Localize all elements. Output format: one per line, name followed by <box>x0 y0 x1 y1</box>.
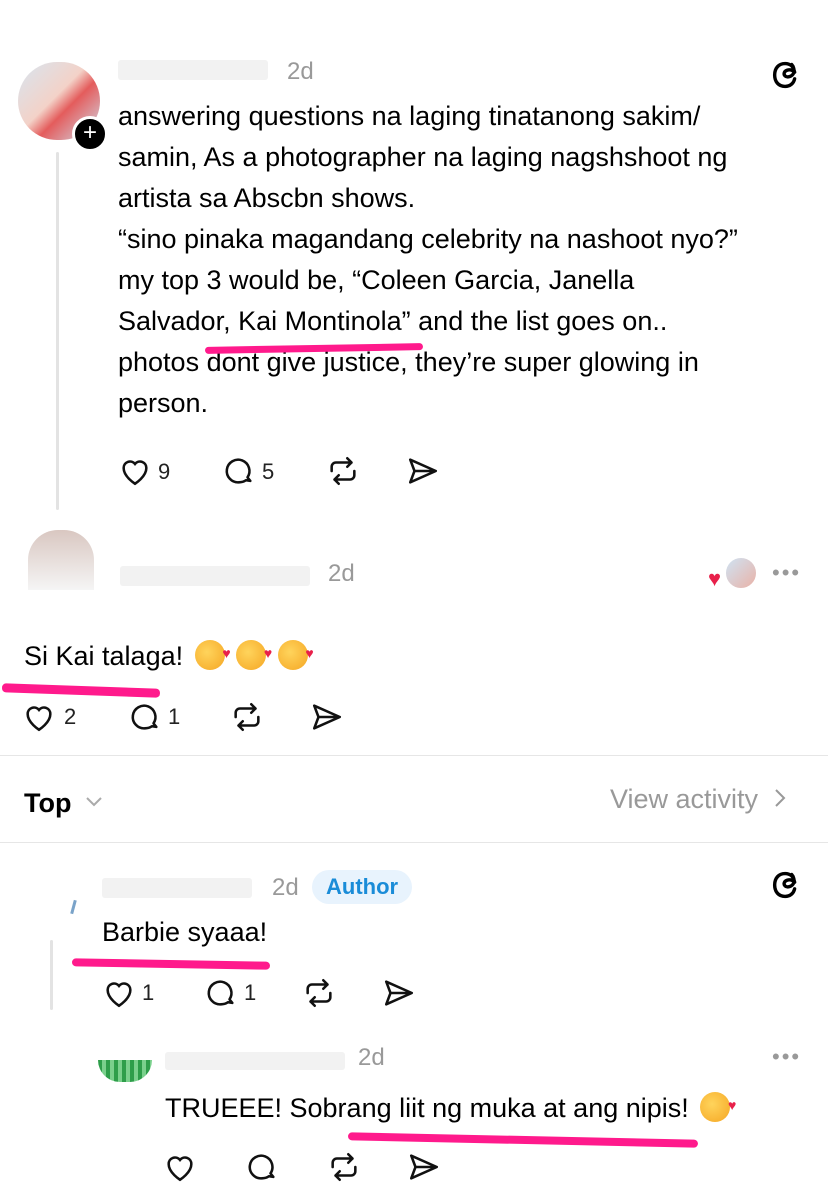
highlight-underline <box>71 958 271 970</box>
reply-text: Si Kai talaga! <box>24 641 184 671</box>
like-button[interactable] <box>118 454 152 488</box>
thread-line <box>50 940 53 1010</box>
repost-button[interactable] <box>230 700 264 734</box>
smiling-hearts-emoji <box>236 633 272 674</box>
view-activity-link[interactable]: View activity <box>610 784 786 815</box>
thread-line <box>56 152 59 510</box>
more-options-icon[interactable]: ••• <box>772 560 801 586</box>
post-line: samin, As a photographer na laging nagsh… <box>118 142 728 172</box>
username-redacted <box>165 1052 345 1070</box>
reply-button[interactable] <box>128 700 162 734</box>
view-activity-label: View activity <box>610 784 759 814</box>
nested-avatar[interactable] <box>98 1060 152 1082</box>
post-body: answering questions na laging tinatanong… <box>118 96 808 424</box>
username-redacted <box>118 60 268 80</box>
comment-avatar-fragment <box>70 899 77 915</box>
post-line: answering questions na laging tinatanong… <box>118 101 701 131</box>
post-line: Salvador, Kai Montinola” and the list go… <box>118 306 668 336</box>
username-redacted <box>120 566 310 586</box>
like-count: 2 <box>64 704 77 729</box>
follow-plus-icon[interactable]: + <box>72 116 108 152</box>
like-button[interactable] <box>22 700 56 734</box>
share-button[interactable] <box>310 700 344 734</box>
more-options-icon[interactable]: ••• <box>772 1044 801 1070</box>
chevron-right-icon <box>774 784 786 815</box>
sort-label: Top <box>24 788 72 818</box>
nested-time: 2d <box>358 1044 385 1071</box>
repost-button[interactable] <box>327 1150 361 1184</box>
share-button[interactable] <box>407 1150 441 1184</box>
like-count: 9 <box>158 459 171 484</box>
post-line: person. <box>118 388 209 418</box>
username-redacted <box>102 878 252 898</box>
share-button[interactable] <box>382 976 416 1010</box>
smiling-hearts-emoji <box>194 633 231 674</box>
reply-count: 5 <box>262 459 275 484</box>
highlight-underline <box>1 683 161 698</box>
post-line: artista sa Abscbn shows. <box>118 183 416 213</box>
reply-time: 2d <box>328 560 355 587</box>
post-line: my top 3 would be, “Coleen Garcia, Janel… <box>118 265 635 295</box>
share-button[interactable] <box>406 454 440 488</box>
like-count: 1 <box>142 980 155 1005</box>
post-line: “sino pinaka magandang celebrity na nash… <box>118 224 738 254</box>
reply-text-row: Si Kai talaga! <box>24 633 314 677</box>
comment-text: Barbie syaaa! <box>102 917 268 947</box>
reply-button[interactable] <box>204 976 238 1010</box>
reply-button[interactable] <box>245 1150 279 1184</box>
repost-button[interactable] <box>326 454 360 488</box>
repost-button[interactable] <box>302 976 336 1010</box>
heart-icon: ♥ <box>708 566 722 591</box>
author-badge: Author <box>312 870 413 904</box>
smiling-hearts-emoji <box>277 633 314 674</box>
reply-count: 1 <box>244 980 257 1005</box>
liked-by-author-avatar <box>724 556 758 590</box>
reply-count: 1 <box>168 704 181 729</box>
smiling-hearts-emoji <box>700 1085 736 1126</box>
chevron-down-icon <box>85 784 103 815</box>
threads-logo-icon[interactable] <box>768 866 806 904</box>
sort-dropdown[interactable]: Top <box>24 784 103 819</box>
divider <box>0 755 828 756</box>
like-button[interactable] <box>102 976 136 1010</box>
highlight-underline <box>347 1132 699 1148</box>
reply-button[interactable] <box>222 454 256 488</box>
comment-time: 2d <box>272 874 299 901</box>
post-time: 2d <box>287 58 314 85</box>
nested-text-row: TRUEEE! Sobrang liit ng muka at ang nipi… <box>165 1085 736 1129</box>
like-button[interactable] <box>163 1150 197 1184</box>
nested-text: TRUEEE! Sobrang liit ng muka at ang nipi… <box>165 1093 689 1123</box>
divider <box>0 842 828 843</box>
threads-logo-icon[interactable] <box>768 56 806 94</box>
reply-avatar[interactable] <box>28 530 94 590</box>
